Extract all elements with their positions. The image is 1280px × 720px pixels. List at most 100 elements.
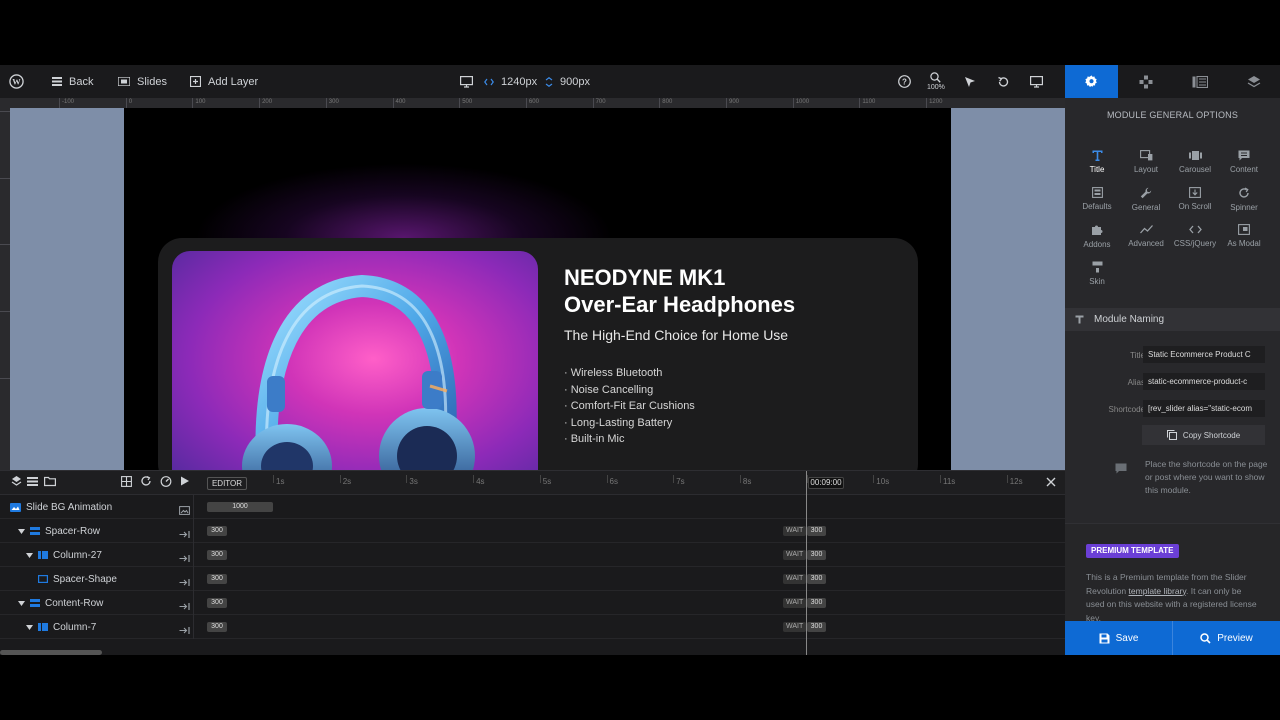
play-icon[interactable] <box>180 475 190 487</box>
timeline-row[interactable]: Column-7 300 WAIT 300 <box>0 615 1065 639</box>
layer-name[interactable]: Spacer-Row <box>18 519 100 543</box>
option-advanced[interactable]: Advanced <box>1121 224 1171 248</box>
shortcode-info-text: Place the shortcode on the page or post … <box>1145 459 1268 495</box>
template-library-link[interactable]: template library <box>1129 586 1186 596</box>
option-label: Carousel <box>1178 165 1211 174</box>
headphones-image[interactable] <box>172 251 538 470</box>
copy-shortcode-button[interactable]: Copy Shortcode <box>1142 425 1265 445</box>
layers-icon[interactable] <box>11 475 22 487</box>
select-tool-button[interactable] <box>964 65 976 98</box>
option-skin[interactable]: Skin <box>1072 261 1122 286</box>
zoom-button[interactable]: 100% <box>927 65 945 98</box>
preview-button[interactable]: Preview <box>1172 621 1280 655</box>
horizontal-ruler: -100 0 100 200 300 400 500 600 700 800 900 1000 1100… <box>0 98 1065 108</box>
layer-action[interactable] <box>179 574 190 592</box>
option-addons[interactable]: Addons <box>1072 224 1122 249</box>
options-panel: MODULE GENERAL OPTIONS Title Layout Caro… <box>1065 65 1280 655</box>
carousel-icon <box>1188 151 1202 160</box>
device-selector[interactable] <box>460 65 473 98</box>
preview-device-button[interactable] <box>1030 65 1043 98</box>
product-card[interactable]: NEODYNE MK1 Over-Ear Headphones The High… <box>158 238 918 470</box>
animation-in-block[interactable]: 300 <box>207 598 227 608</box>
animation-in-block[interactable]: 300 <box>207 574 227 584</box>
add-layer-icon <box>190 76 201 87</box>
folder-icon[interactable] <box>44 475 56 487</box>
timeline-row[interactable]: Content-Row 300 WAIT 300 <box>0 591 1065 615</box>
animation-in-block[interactable]: 300 <box>207 622 227 632</box>
animation-out-block[interactable]: 300 <box>807 598 826 608</box>
layer-action[interactable] <box>179 502 190 520</box>
option-defaults[interactable]: Defaults <box>1072 187 1122 211</box>
option-spinner[interactable]: Spinner <box>1219 187 1269 212</box>
save-button[interactable]: Save <box>1065 621 1172 655</box>
back-label: Back <box>69 75 94 88</box>
caret-down-icon[interactable] <box>26 624 33 630</box>
layer-action[interactable] <box>179 622 190 640</box>
option-content[interactable]: Content <box>1219 150 1269 174</box>
layer-action[interactable] <box>179 550 190 568</box>
animation-in-block[interactable]: 300 <box>207 526 227 536</box>
editor-canvas[interactable]: NEODYNE MK1 Over-Ear Headphones The High… <box>10 108 1065 470</box>
close-icon[interactable] <box>1045 476 1057 488</box>
tab-slide-options[interactable] <box>1173 65 1226 98</box>
ruler-tick: 900 <box>726 98 739 108</box>
animation-out-block[interactable]: 300 <box>807 550 826 560</box>
width-control[interactable]: 1240px <box>484 65 537 98</box>
menu-icon <box>52 77 62 86</box>
option-title[interactable]: Title <box>1072 150 1122 174</box>
caret-down-icon[interactable] <box>26 552 33 558</box>
option-on-scroll[interactable]: On Scroll <box>1170 187 1220 211</box>
tab-navigation[interactable] <box>1119 65 1172 98</box>
undo-button[interactable] <box>997 65 1009 98</box>
option-layout[interactable]: Layout <box>1121 150 1171 174</box>
option-carousel[interactable]: Carousel <box>1170 150 1220 174</box>
speed-icon[interactable] <box>160 475 172 487</box>
timeline-row[interactable]: Spacer-Shape 300 WAIT 300 <box>0 567 1065 591</box>
layer-action[interactable] <box>179 598 190 616</box>
help-button[interactable]: ? <box>898 65 911 98</box>
timeline-row[interactable]: Slide BG Animation 1000 <box>0 495 1065 519</box>
alias-input[interactable]: static-ecommerce-product-c <box>1143 373 1265 390</box>
height-arrows-icon <box>545 76 553 87</box>
slide-area[interactable]: NEODYNE MK1 Over-Ear Headphones The High… <box>124 108 951 470</box>
layer-name[interactable]: Content-Row <box>18 591 103 615</box>
list-icon[interactable] <box>27 475 38 487</box>
wordpress-logo-button[interactable]: W <box>9 65 24 98</box>
timeline-row[interactable]: Spacer-Row 300 WAIT 300 <box>0 519 1065 543</box>
option-css-jquery[interactable]: CSS/jQuery <box>1170 224 1220 248</box>
timeline-row[interactable]: Column-27 300 WAIT 300 <box>0 543 1065 567</box>
loop-icon[interactable] <box>140 475 152 487</box>
animation-out-block[interactable]: 300 <box>807 526 826 536</box>
navigation-icon <box>1139 75 1152 88</box>
product-text-block[interactable]: NEODYNE MK1 Over-Ear Headphones The High… <box>564 264 795 448</box>
module-naming-header[interactable]: Module Naming <box>1065 308 1280 331</box>
shortcode-input[interactable]: [rev_slider alias="static-ecom <box>1143 400 1265 417</box>
layer-name[interactable]: Column-7 <box>26 615 96 639</box>
row-divider <box>193 543 194 567</box>
playhead[interactable] <box>806 471 807 655</box>
layer-name[interactable]: Spacer-Shape <box>38 567 117 591</box>
height-control[interactable]: 900px <box>545 65 590 98</box>
tab-module-settings[interactable] <box>1065 65 1118 98</box>
layer-name[interactable]: Slide BG Animation <box>10 495 112 519</box>
editor-mode-button[interactable]: EDITOR <box>207 477 247 490</box>
title-input[interactable]: Static Ecommerce Product C <box>1143 346 1265 363</box>
back-button[interactable]: Back <box>52 65 93 98</box>
option-as-modal[interactable]: As Modal <box>1219 224 1269 248</box>
add-layer-button[interactable]: Add Layer <box>190 65 258 98</box>
animation-out-block[interactable]: 300 <box>807 622 826 632</box>
slides-button[interactable]: Slides <box>118 65 167 98</box>
option-general[interactable]: General <box>1121 187 1171 212</box>
animation-in-block[interactable]: 1000 <box>207 502 273 512</box>
animation-in-block[interactable]: 300 <box>207 550 227 560</box>
caret-down-icon[interactable] <box>18 600 25 606</box>
layer-name[interactable]: Column-27 <box>26 543 102 567</box>
add-layer-label: Add Layer <box>208 75 259 88</box>
caret-down-icon[interactable] <box>18 528 25 534</box>
timeline-scrollbar[interactable] <box>0 650 102 655</box>
tab-layer-options[interactable] <box>1227 65 1280 98</box>
animation-out-block[interactable]: 300 <box>807 574 826 584</box>
grid-icon[interactable] <box>121 475 132 487</box>
layer-action[interactable] <box>179 526 190 544</box>
current-time[interactable]: 00:09:00 <box>808 477 844 489</box>
